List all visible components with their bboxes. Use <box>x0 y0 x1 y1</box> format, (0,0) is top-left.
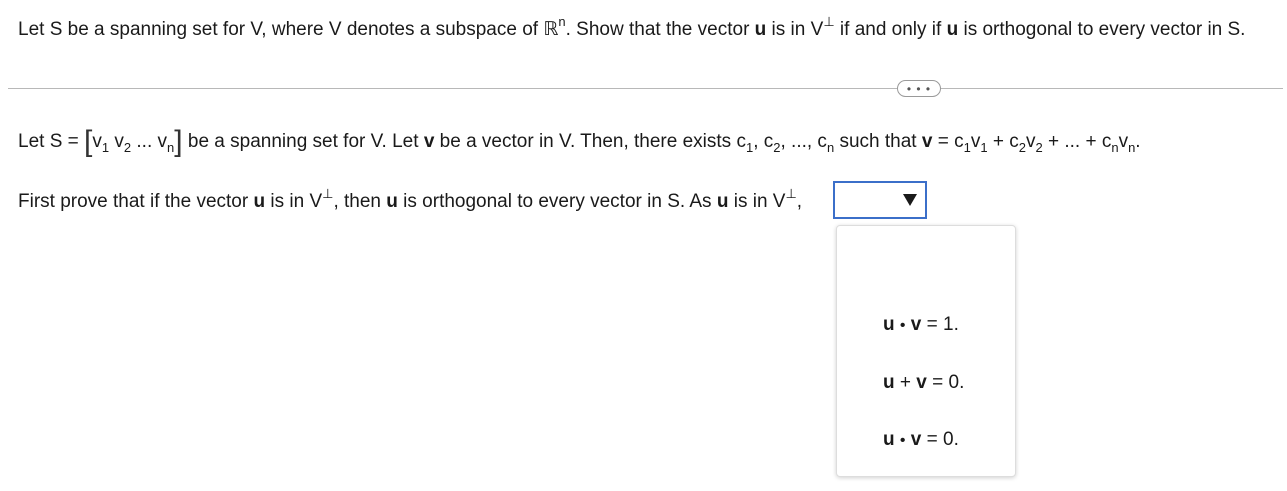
vector-v: v <box>157 131 168 152</box>
subscript: 1 <box>963 140 971 155</box>
subscript: 2 <box>1035 140 1043 155</box>
real-numbers-symbol: ℝ <box>543 19 559 40</box>
operator: • <box>899 317 906 334</box>
perp-symbol: ⊥ <box>823 14 835 29</box>
vector-u: u <box>754 19 767 40</box>
vector-u: u <box>883 429 895 450</box>
statement-part: such that <box>834 131 922 152</box>
question-part: Let S be a spanning set for V, where V d… <box>18 19 544 40</box>
vector-v-bold: v <box>921 131 933 152</box>
vector-u: u <box>386 191 398 212</box>
statement-part: , ..., c <box>780 131 827 152</box>
vector-v: v <box>92 131 102 152</box>
vector-u: u <box>883 314 895 335</box>
dropdown-menu: u • v = 1. u + v = 0. u • v = 0. <box>836 225 1016 477</box>
statement-part: + c <box>987 131 1019 152</box>
statement-text: Let S = [v1 v2 ... vn] be a spanning set… <box>18 127 1141 157</box>
vector-v: v <box>114 131 124 152</box>
vector-v: v <box>910 429 922 450</box>
perp-symbol: ⊥ <box>322 186 334 201</box>
ellipsis-icon: • • • <box>906 81 932 96</box>
proof-part: , then <box>333 191 387 212</box>
vector-v: v <box>910 314 922 335</box>
vector-v: v <box>970 131 981 152</box>
vector-v-bold: v <box>423 131 435 152</box>
question-part: if and only if <box>834 19 947 40</box>
dropdown-option-2[interactable]: u + v = 0. <box>883 372 964 394</box>
statement-part: be a vector in V. Then, there exists c <box>434 131 746 152</box>
operator: + <box>899 372 911 393</box>
proof-part: is orthogonal to every vector in S. As <box>397 191 717 212</box>
expand-more-button[interactable]: • • • <box>897 80 941 97</box>
proof-part: is in V <box>728 191 786 212</box>
subscript: 1 <box>980 140 988 155</box>
dropdown-arrow-icon <box>903 194 917 206</box>
proof-part: , <box>796 191 803 212</box>
operator: • <box>899 432 906 449</box>
question-text: Let S be a spanning set for V, where V d… <box>18 15 1246 42</box>
section-divider <box>8 88 1283 89</box>
vector-u: u <box>253 191 266 212</box>
question-part: . Show that the vector <box>565 19 755 40</box>
right-bracket: ] <box>174 125 183 158</box>
vector-v: v <box>1118 131 1129 152</box>
statement-part: . <box>1135 131 1141 152</box>
exponent-n: n <box>558 14 566 29</box>
dropdown-option-3[interactable]: u • v = 0. <box>883 429 959 451</box>
ellipsis: ... <box>136 131 153 152</box>
subscript: 2 <box>123 140 132 155</box>
dropdown-option-1[interactable]: u • v = 1. <box>883 314 959 336</box>
perp-symbol: ⊥ <box>785 186 797 201</box>
statement-part: c <box>758 131 774 152</box>
vector-v: v <box>1025 131 1036 152</box>
statement-part: = c <box>932 131 964 152</box>
statement-part: be a spanning set for V. Let <box>182 131 424 152</box>
statement-part: Let S = <box>18 131 85 152</box>
answer-dropdown[interactable] <box>833 181 927 219</box>
vector-u: u <box>716 191 729 212</box>
option-rhs: = 1. <box>921 314 959 335</box>
option-rhs: = 0. <box>926 372 965 393</box>
proof-part: First prove that if the vector <box>18 191 254 212</box>
vector-u: u <box>946 19 959 40</box>
statement-part: + ... + c <box>1042 131 1112 152</box>
subscript: n <box>1111 140 1119 155</box>
option-rhs: = 0. <box>921 429 959 450</box>
vector-v: v <box>916 372 927 393</box>
subscript: 2 <box>1018 140 1026 155</box>
proof-part: is in V <box>265 191 323 212</box>
question-part: is orthogonal to every vector in S. <box>958 19 1246 40</box>
vector-u: u <box>883 372 895 393</box>
subscript: 1 <box>101 140 110 155</box>
proof-text: First prove that if the vector u is in V… <box>18 187 803 214</box>
question-part: is in V <box>766 19 824 40</box>
